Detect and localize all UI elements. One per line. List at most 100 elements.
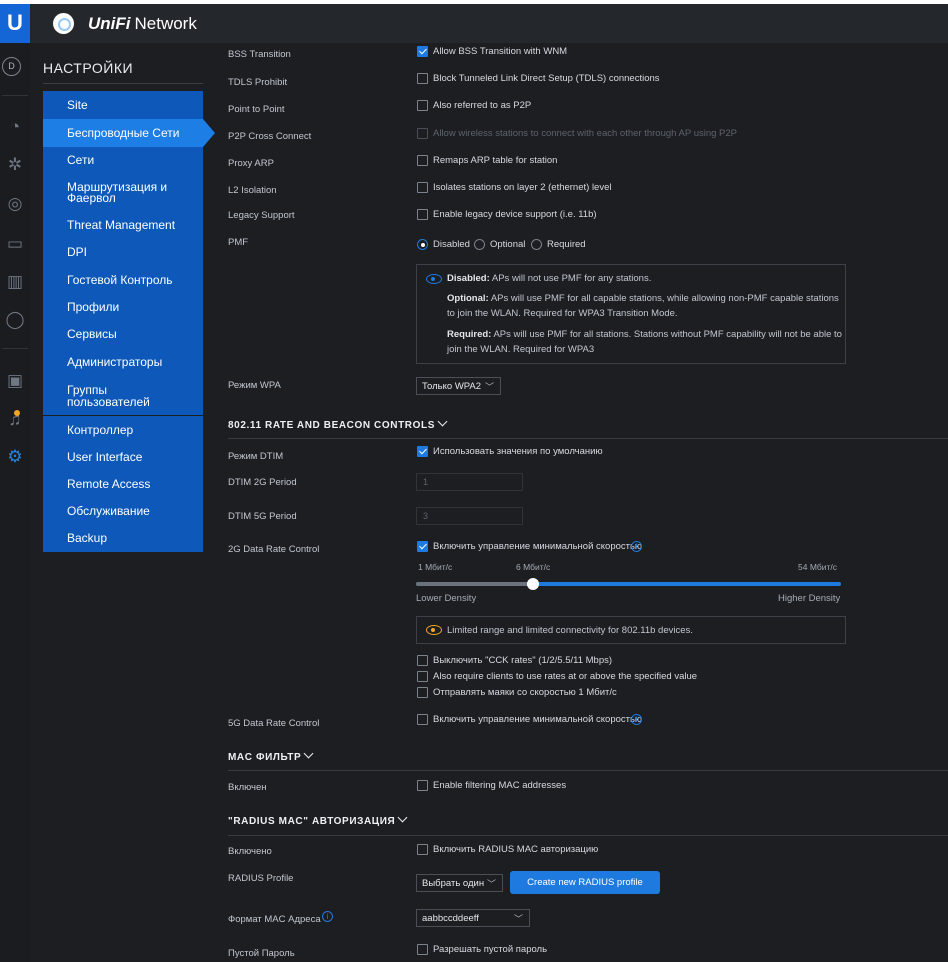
wireless-settings-form: BSS Transition Allow BSS Transition with… — [203, 43, 948, 962]
legacy-checkbox[interactable] — [417, 209, 428, 220]
pmf-label: PMF — [228, 237, 249, 248]
pmf-optional-radio[interactable] — [474, 239, 485, 250]
p2p-text: Also referred to as P2P — [433, 100, 532, 111]
info-icon[interactable]: i — [631, 541, 642, 552]
proxy-arp-label: Proxy ARP — [228, 158, 274, 169]
rate-5g-checkbox[interactable] — [417, 714, 428, 725]
dtim-default-text: Использовать значения по умолчанию — [433, 446, 603, 457]
l2-isolation-checkbox[interactable] — [417, 182, 428, 193]
l2-isolation-label: L2 Isolation — [228, 185, 277, 196]
topology-icon[interactable]: ✲ — [0, 154, 30, 176]
higher-density-label: Higher Density — [778, 593, 841, 604]
settings-gear-icon[interactable]: ⚙ — [0, 446, 30, 468]
radius-profile-label: RADIUS Profile — [228, 873, 294, 884]
mac-filter-label: Включен — [228, 782, 267, 793]
nav-item-user-interface[interactable]: User Interface — [43, 444, 203, 471]
nav-item-maintenance[interactable]: Обслуживание — [43, 498, 203, 525]
mac-filter-text: Enable filtering MAC addresses — [433, 780, 567, 791]
proxy-arp-text: Remaps ARP table for station — [433, 155, 558, 166]
insights-icon[interactable]: ◯ — [0, 309, 30, 331]
info-icon[interactable]: i — [322, 911, 333, 922]
nav-item-wireless[interactable]: Беспроводные Сети — [43, 119, 215, 147]
dtim-2g-input[interactable]: 1 — [416, 473, 523, 491]
pmf-required-radio[interactable] — [531, 239, 542, 250]
nav-item-backup[interactable]: Backup — [43, 525, 203, 552]
eye-icon — [426, 274, 442, 284]
tdls-checkbox[interactable] — [417, 73, 428, 84]
nav-item-networks[interactable]: Сети — [43, 147, 203, 174]
wpa-mode-label: Режим WPA — [228, 380, 281, 391]
create-radius-profile-button[interactable]: Create new RADIUS profile — [510, 871, 660, 894]
devices-icon[interactable]: ◎ — [0, 193, 30, 215]
nav-item-services[interactable]: Сервисы — [43, 321, 203, 348]
section-divider — [228, 438, 948, 439]
radius-section-header[interactable]: "RADIUS MAC" АВТОРИЗАЦИЯ — [228, 812, 408, 827]
section-divider — [228, 835, 948, 836]
settings-nav: Site Беспроводные Сети Сети Маршрутизаци… — [43, 91, 215, 552]
l2-isolation-text: Isolates stations on layer 2 (ethernet) … — [433, 182, 612, 193]
rate-slider-fill — [416, 582, 534, 586]
info-icon[interactable]: i — [631, 714, 642, 725]
radius-profile-select[interactable]: Выбрать один ﹀ — [416, 874, 503, 892]
settings-divider — [43, 83, 203, 84]
mac-filter-section-header[interactable]: MAC ФИЛЬТР — [228, 748, 314, 763]
legacy-label: Legacy Support — [228, 210, 295, 221]
nav-item-remote-access[interactable]: Remote Access — [43, 471, 203, 498]
dtim-5g-label: DTIM 5G Period — [228, 511, 297, 522]
nav-item-routing[interactable]: Маршрутизация и Фаервол — [43, 174, 203, 212]
mac-filter-checkbox[interactable] — [417, 780, 428, 791]
chevron-down-icon: ﹀ — [513, 914, 523, 924]
beacon-1mbps-checkbox[interactable] — [417, 687, 428, 698]
pmf-info-optional: Optional: APs will use PMF for all capab… — [447, 293, 839, 319]
p2p-checkbox[interactable] — [417, 100, 428, 111]
lower-density-label: Lower Density — [416, 593, 477, 604]
rate-5g-label: 5G Data Rate Control — [228, 718, 320, 729]
tdls-text: Block Tunneled Link Direct Setup (TDLS) … — [433, 73, 660, 84]
mac-format-select[interactable]: aabbccddeeff ﹀ — [416, 909, 530, 927]
statistics-icon[interactable]: ▥ — [0, 271, 30, 293]
icon-rail: U D ◔ ✲ ◎ ▭ ▥ ◯ ▣ ♫ ⚙ — [0, 4, 30, 962]
rate-2g-text: Включить управление минимальной скорость… — [433, 541, 643, 552]
clients-icon[interactable]: ▭ — [0, 233, 30, 255]
rate-2g-label: 2G Data Rate Control — [228, 544, 320, 555]
events-calendar-icon[interactable]: ▣ — [0, 370, 30, 392]
require-rate-checkbox[interactable] — [417, 671, 428, 682]
nav-item-guest[interactable]: Гостевой Контроль — [43, 266, 203, 294]
proxy-arp-checkbox[interactable] — [417, 155, 428, 166]
radius-enabled-checkbox[interactable] — [417, 844, 428, 855]
dtim-mode-label: Режим DTIM — [228, 451, 284, 462]
nav-item-user-groups[interactable]: Группы пользователей — [43, 376, 203, 415]
slider-min-label: 1 Мбит/с — [418, 562, 453, 572]
settings-title: НАСТРОЙКИ — [43, 60, 134, 76]
nav-item-controller[interactable]: Контроллер — [43, 416, 203, 444]
rate-section-header[interactable]: 802.11 RATE AND BEACON CONTROLS — [228, 416, 448, 431]
rate-2g-checkbox[interactable] — [417, 541, 428, 552]
ubiquiti-logo[interactable]: U — [0, 4, 30, 43]
radius-enabled-label: Включено — [228, 846, 272, 857]
wpa-mode-select[interactable]: Только WPA2 ﹀ — [416, 377, 501, 395]
chevron-down-icon — [437, 416, 448, 427]
empty-password-label: Пустой Пароль — [228, 948, 295, 959]
rail-divider — [2, 95, 28, 96]
mac-format-label: Формат MAC Адреса — [228, 914, 321, 925]
nav-item-dpi[interactable]: DPI — [43, 239, 203, 266]
pmf-info-required: Required: APs will use PMF for all stati… — [447, 329, 842, 355]
nav-item-threat[interactable]: Threat Management — [43, 212, 203, 239]
bss-checkbox[interactable] — [417, 46, 428, 57]
site-avatar[interactable]: D — [2, 57, 21, 76]
nav-item-admins[interactable]: Администраторы — [43, 348, 203, 376]
cck-checkbox[interactable] — [417, 655, 428, 666]
rate-slider-handle[interactable] — [527, 578, 539, 590]
cck-text: Выключить "CCK rates" (1/2/5.5/11 Mbps) — [433, 655, 613, 666]
dashboard-icon[interactable]: ◔ — [0, 116, 30, 138]
pmf-disabled-radio[interactable] — [417, 239, 428, 250]
empty-password-checkbox[interactable] — [417, 944, 428, 955]
nav-item-site[interactable]: Site — [43, 91, 203, 119]
dtim-default-checkbox[interactable] — [417, 446, 428, 457]
warning-eye-icon — [426, 625, 442, 635]
nav-item-profiles[interactable]: Профили — [43, 294, 203, 321]
dtim-2g-label: DTIM 2G Period — [228, 477, 297, 488]
dtim-5g-input[interactable]: 3 — [416, 507, 523, 525]
p2p-cross-checkbox — [417, 128, 428, 139]
chevron-down-icon: ﹀ — [486, 879, 496, 889]
